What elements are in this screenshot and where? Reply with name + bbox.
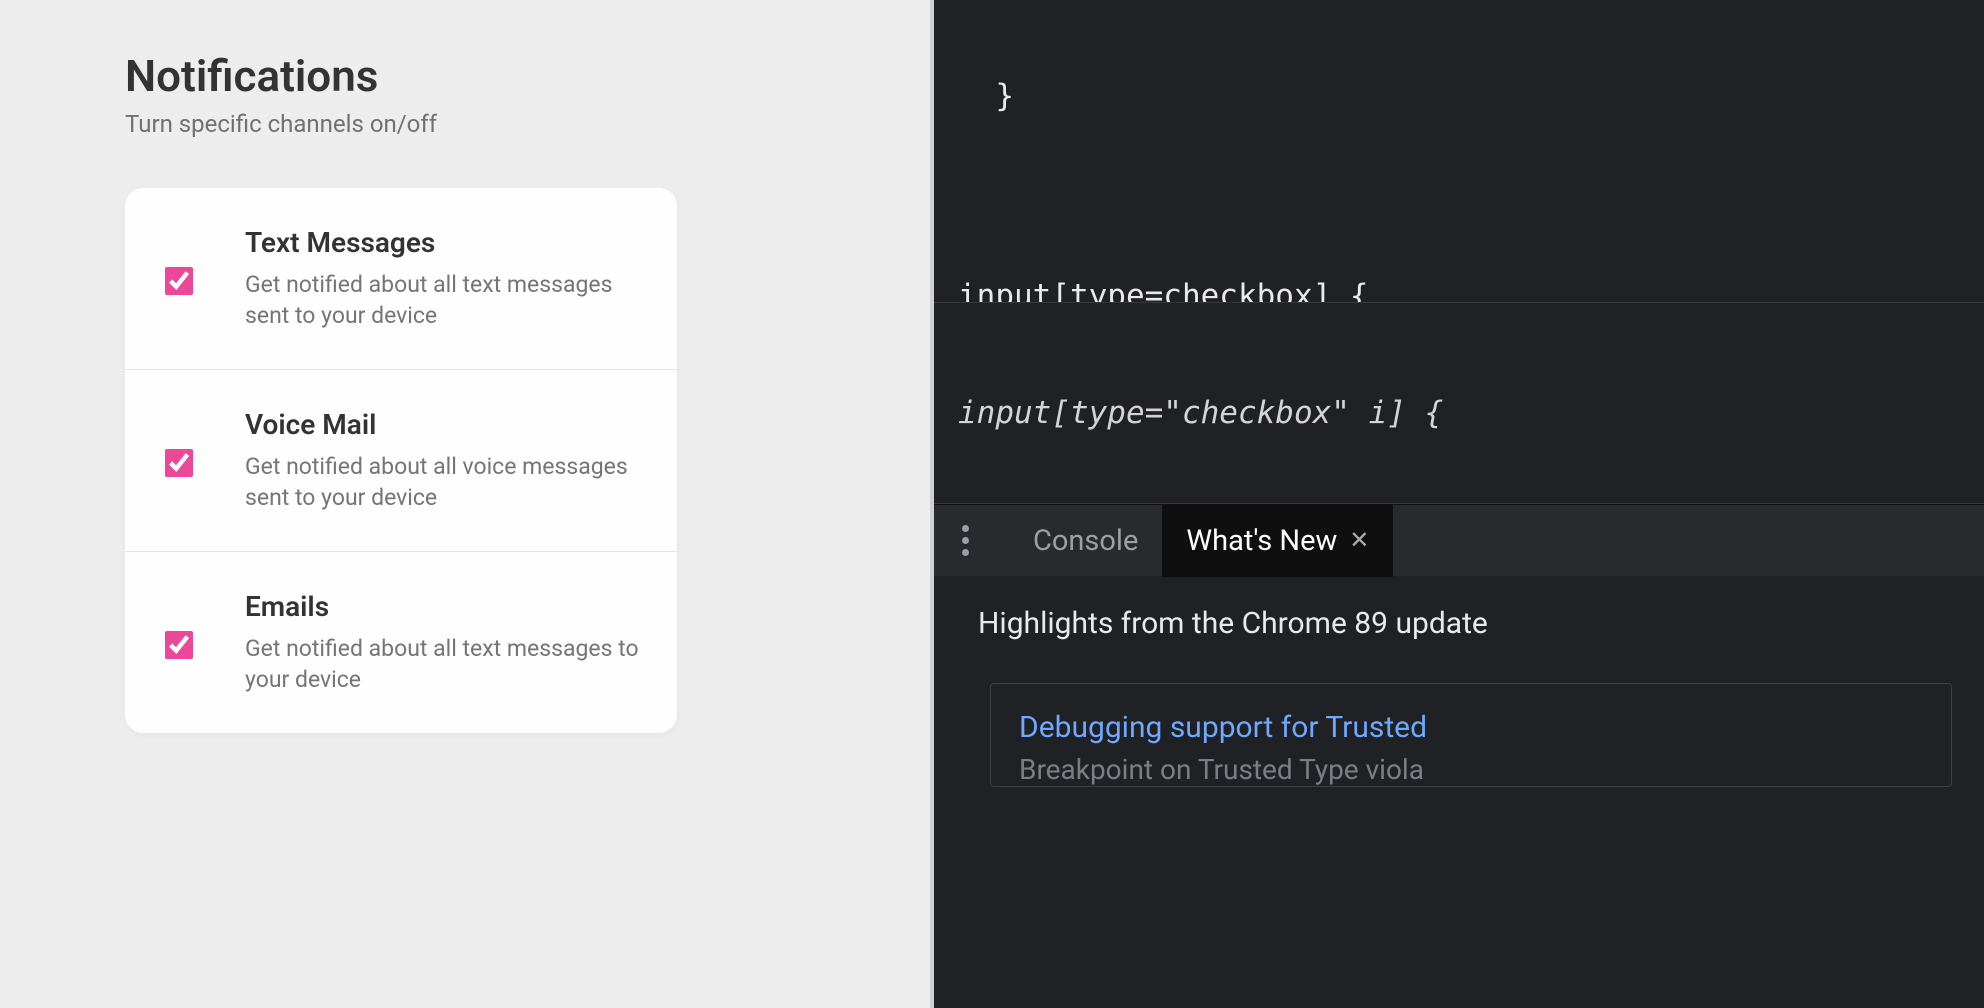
whats-new-card[interactable]: Debugging support for Trusted Breakpoint… <box>990 683 1952 787</box>
channel-description: Get notified about all text messages sen… <box>245 269 645 331</box>
channel-title: Voice Mail <box>245 408 645 441</box>
page-subtitle: Turn specific channels on/off <box>125 110 805 138</box>
whats-new-heading: Highlights from the Chrome 89 update <box>978 606 1952 641</box>
notifications-card: Text Messages Get notified about all tex… <box>125 188 677 733</box>
css-selector[interactable]: input[type=checkbox] { <box>958 276 1369 303</box>
channel-description: Get notified about all voice messages se… <box>245 451 645 513</box>
close-icon[interactable]: ✕ <box>1349 526 1369 555</box>
checkbox-emails[interactable] <box>165 631 193 659</box>
styles-useragent-block: input[type="checkbox" i] { background-co… <box>934 303 1984 504</box>
tab-whats-new[interactable]: What's New ✕ <box>1162 505 1393 577</box>
drawer-tabbar: Console What's New ✕ <box>934 504 1984 576</box>
channel-description: Get notified about all text messages to … <box>245 633 645 695</box>
channel-row-emails: Emails Get notified about all text messa… <box>125 552 677 733</box>
channel-row-voice-mail: Voice Mail Get notified about all voice … <box>125 370 677 552</box>
checkbox-text-messages[interactable] <box>165 267 193 295</box>
whats-new-card-title: Debugging support for Trusted <box>1019 710 1923 745</box>
css-selector: input[type="checkbox" i] { <box>958 393 1443 433</box>
styles-rule-block[interactable]: } input[type=checkbox] { width: var(--sp… <box>934 0 1984 303</box>
kebab-menu-icon[interactable] <box>958 521 973 560</box>
settings-page: Notifications Turn specific channels on/… <box>0 0 930 1008</box>
tab-console[interactable]: Console <box>1009 505 1162 577</box>
channel-title: Text Messages <box>245 226 645 259</box>
page-title: Notifications <box>125 50 805 102</box>
channel-row-text-messages: Text Messages Get notified about all tex… <box>125 188 677 370</box>
checkbox-voice-mail[interactable] <box>165 449 193 477</box>
tab-label: What's New <box>1186 524 1337 558</box>
devtools-panel: } input[type=checkbox] { width: var(--sp… <box>934 0 1984 1008</box>
whats-new-panel: Highlights from the Chrome 89 update Deb… <box>934 576 1984 1008</box>
whats-new-card-subtitle: Breakpoint on Trusted Type viola <box>1019 753 1923 786</box>
styles-closing-brace: } <box>958 76 1984 116</box>
channel-title: Emails <box>245 590 645 623</box>
